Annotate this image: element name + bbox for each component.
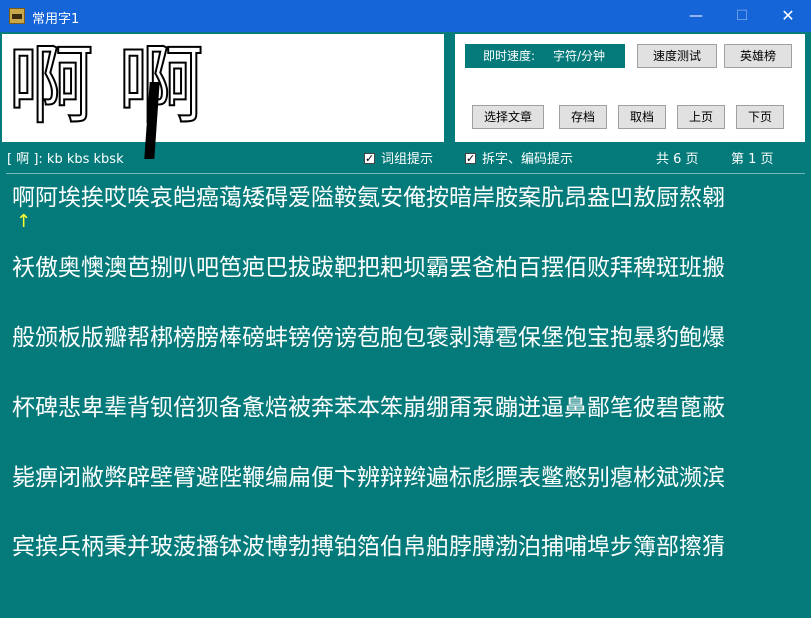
speed-label: 即时速度: <box>483 49 536 63</box>
minimize-button[interactable]: — <box>673 0 719 32</box>
close-button[interactable]: ✕ <box>765 0 811 32</box>
speed-test-button[interactable]: 速度测试 <box>637 44 717 68</box>
speed-display: 即时速度: 字符/分钟 <box>465 44 625 68</box>
character-preview: 啊 啊 <box>2 34 444 159</box>
word-hint-label: 词组提示 <box>381 152 434 167</box>
split-hint-option[interactable]: 拆字、编码提示 <box>465 150 574 169</box>
choose-article-button[interactable]: 选择文章 <box>472 105 544 129</box>
total-pages: 共 6 页 <box>656 152 699 167</box>
save-button[interactable]: 存档 <box>559 105 607 129</box>
current-page: 第 1 页 <box>731 152 774 167</box>
word-hint-option[interactable]: 词组提示 <box>364 150 434 169</box>
text-line-4: 杯碑悲卑辈背钡倍狈备惫焙被奔苯本笨崩绷甭泵蹦迸逼鼻鄙笔彼碧蓖蔽 <box>12 395 725 421</box>
load-button[interactable]: 取档 <box>618 105 666 129</box>
prev-page-button[interactable]: 上页 <box>677 105 725 129</box>
text-line-2: 袄傲奥懊澳芭捌叭吧笆疤巴拔跋靶把耙坝霸罢爸柏百摆佰败拜稗斑班搬 <box>12 255 725 281</box>
split-hint-checkbox[interactable] <box>465 150 476 168</box>
title-bar: 常用字1 — ☐ ✕ <box>0 0 811 32</box>
typing-cursor-arrow: ↑ <box>16 211 32 232</box>
preview-glyph: 啊 <box>7 35 95 137</box>
split-hint-label: 拆字、编码提示 <box>482 152 574 167</box>
app-icon <box>9 8 25 24</box>
heroes-button[interactable]: 英雄榜 <box>724 44 792 68</box>
control-panel: 即时速度: 字符/分钟 速度测试 英雄榜 选择文章 存档 取档 上页 下页 <box>455 34 805 142</box>
next-page-button[interactable]: 下页 <box>736 105 784 129</box>
window-title: 常用字1 <box>32 12 80 27</box>
word-hint-checkbox[interactable] <box>364 150 375 168</box>
speed-unit: 字符/分钟 <box>553 49 606 63</box>
maximize-button[interactable]: ☐ <box>719 0 765 32</box>
divider <box>6 173 805 174</box>
text-line-6: 宾摈兵柄秉并玻菠播钵波博勃搏铂箔伯帛舶脖膊渤泊捕哺埠步簿部擦猜 <box>12 534 725 560</box>
text-line-3: 般颁板版瓣帮梆榜膀棒磅蚌镑傍谤苞胞包褒剥薄雹保堡饱宝抱暴豹鲍爆 <box>12 325 725 351</box>
preview-glyph-stroke: 啊 <box>117 35 205 137</box>
text-line-5: 毙痹闭敝弊辟壁臂避陛鞭编扁便卞辨辩辫遍标彪膘表鳖憋别瘪彬斌濒滨 <box>12 465 725 491</box>
text-line-1: 啊阿埃挨哎唉哀皑癌蔼矮碍爱隘鞍氨安俺按暗岸胺案肮昂盎凹敖厨熬翱 <box>12 185 725 211</box>
code-hint: [ 啊 ]: kb kbs kbsk <box>7 152 124 167</box>
